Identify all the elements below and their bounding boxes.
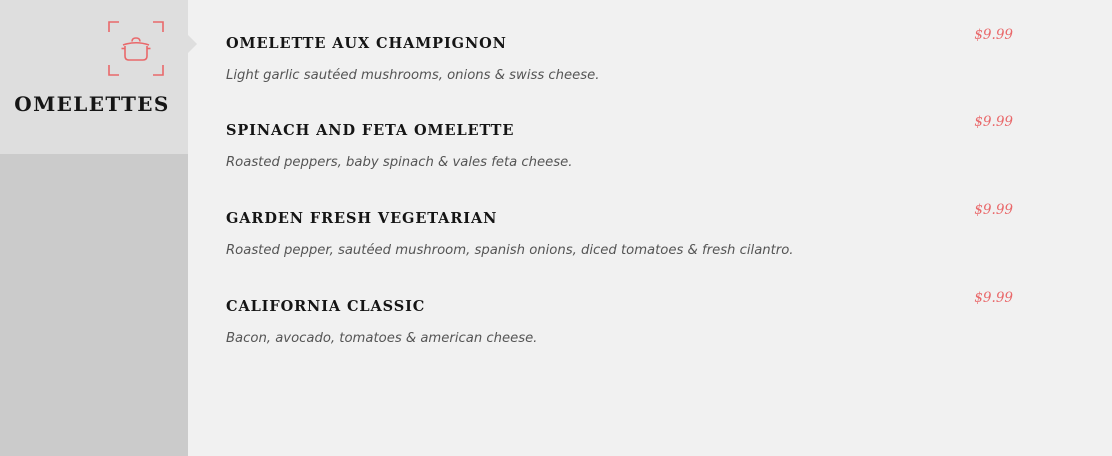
item-price: $9.99 (974, 290, 1013, 306)
category-title: OMELETTES (14, 92, 170, 116)
item-name: SPINACH AND FETA OMELETTE (226, 122, 515, 139)
item-name: OMELETTE AUX CHAMPIGNON (226, 35, 507, 52)
item-description: Bacon, avocado, tomatoes & american chee… (226, 331, 538, 346)
menu-item[interactable]: CALIFORNIA CLASSIC Bacon, avocado, tomat… (226, 290, 1026, 377)
panel-pointer (188, 35, 197, 53)
sidebar: OMELETTES (0, 0, 197, 456)
menu-item[interactable]: SPINACH AND FETA OMELETTE Roasted pepper… (226, 114, 1026, 201)
item-name: GARDEN FRESH VEGETARIAN (226, 210, 498, 227)
item-name: CALIFORNIA CLASSIC (226, 298, 426, 315)
item-price: $9.99 (974, 27, 1013, 43)
item-description: Roasted peppers, baby spinach & vales fe… (226, 155, 573, 170)
menu-item[interactable]: OMELETTE AUX CHAMPIGNON Light garlic sau… (226, 27, 1026, 114)
menu-item[interactable]: GARDEN FRESH VEGETARIAN Roasted pepper, … (226, 202, 1026, 289)
cooking-pot-icon (108, 21, 164, 76)
item-price: $9.99 (974, 114, 1013, 130)
item-description: Roasted pepper, sautéed mushroom, spanis… (226, 243, 794, 258)
category-panel[interactable]: OMELETTES (0, 0, 188, 154)
item-description: Light garlic sautéed mushrooms, onions &… (226, 68, 600, 83)
menu-list: OMELETTE AUX CHAMPIGNON Light garlic sau… (226, 0, 1026, 456)
item-price: $9.99 (974, 202, 1013, 218)
